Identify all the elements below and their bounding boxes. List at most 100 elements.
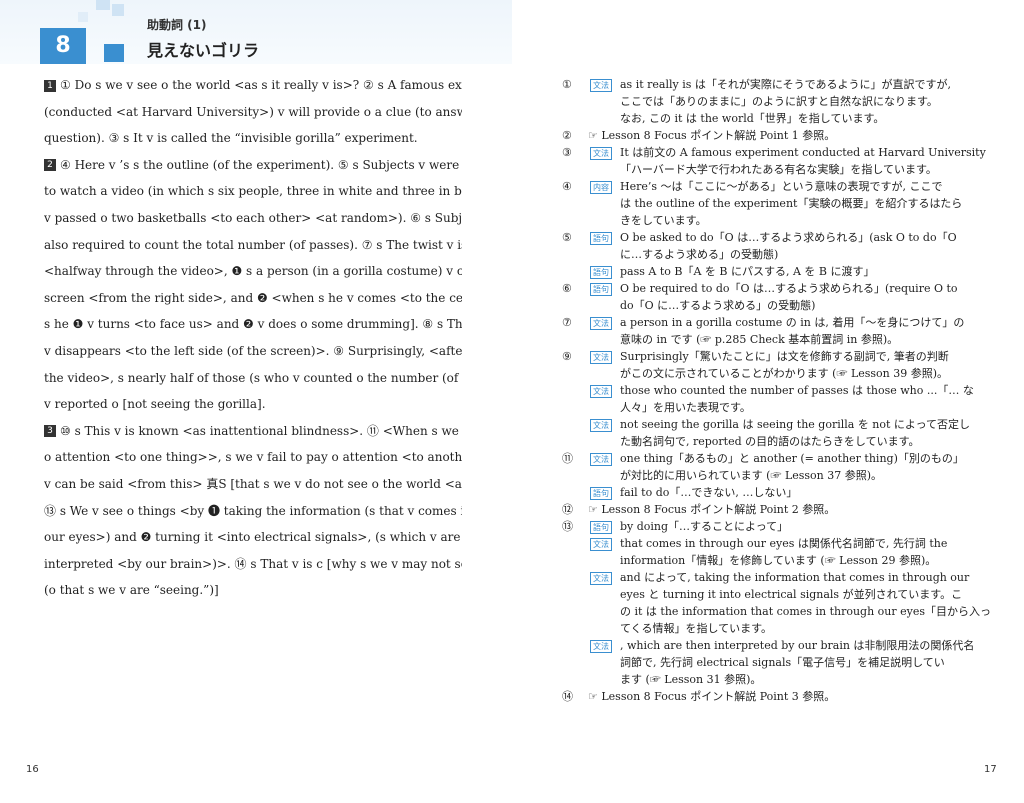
paragraph-marker: 2: [44, 159, 56, 172]
note-line: ⑨ 文法 Surprisingly「驚いたことに」は文を修飾する副詞で, 筆者の判断: [562, 348, 1002, 365]
note-text: do「O に…するよう求める」の受動態): [620, 299, 816, 312]
note-text: Surprisingly「驚いたことに」は文を修飾する副詞で, 筆者の判断: [620, 350, 949, 363]
passage-line: also required to count the total number …: [44, 232, 462, 259]
note-tag-label: 内容: [590, 181, 612, 194]
note-text: の it は the information that comes in thr…: [620, 605, 992, 618]
passage-line: (o that s we v are “seeing.”)]: [44, 577, 462, 604]
note-text: O be asked to do「O は…するよう求められる」(ask O to…: [620, 231, 957, 244]
lesson-subtitle: 助動詞 (1): [147, 18, 207, 32]
note-number: ⑤: [562, 231, 572, 244]
passage-line: s he ❶ v turns <to face us> and ❷ v does…: [44, 311, 462, 338]
note-text: and によって, taking the information that co…: [620, 571, 970, 584]
note-line: 意味の in です (☞ p.285 Check 基本前置詞 in 参照)。: [562, 331, 1002, 348]
note-number: ①: [562, 78, 572, 91]
passage-line-text: v can be said <from this> 真S [that s we …: [44, 476, 462, 491]
note-tag: 文法: [588, 348, 614, 365]
note-text: fail to do「…できない, …しない」: [620, 486, 798, 499]
explanation-notes: ① 文法 as it really is は「それが実際にそうであるように」が直訳で…: [562, 76, 1002, 705]
note-line: do「O に…するよう求める」の受動態): [562, 297, 1002, 314]
note-number: ⑭: [562, 690, 573, 703]
passage-line-text: o attention <to one thing>>, s we v fail…: [44, 450, 462, 465]
note-tag-label: 文法: [590, 79, 612, 92]
passage-line-text: ④ Here v ’s s the outline (of the experi…: [60, 157, 462, 172]
note-line: た動名詞句で, reported の目的語のはたらきをしています。: [562, 433, 1002, 450]
note-text: , which are then interpreted by our brai…: [620, 639, 975, 652]
note-tag: 文法: [588, 416, 614, 433]
note-line: 文法 that comes in through our eyes は関係代名詞節…: [562, 535, 1002, 552]
note-text: ☞ Lesson 8 Focus ポイント解説 Point 3 参照。: [588, 690, 836, 703]
decor-square: [104, 44, 124, 62]
paragraph-marker: 1: [44, 79, 56, 92]
note-text: が対比的に用いられています (☞ Lesson 37 参照)。: [620, 469, 883, 482]
left-page: 8 助動詞 (1) 見えないゴリラ 1 ① Do s we v see o the…: [0, 0, 512, 803]
passage-line: the video>, s nearly half of those (s wh…: [44, 365, 462, 392]
note-line: ③ 文法 It は前文の A famous experiment conducted…: [562, 144, 1002, 161]
note-text: It は前文の A famous experiment conducted at…: [620, 146, 986, 159]
note-text: は the outline of the experiment「実験の概要」を紹…: [620, 197, 963, 210]
passage-line: v passed o two basketballs <to each othe…: [44, 205, 462, 232]
note-tag-label: 文法: [590, 147, 612, 160]
passage-line: screen <from the right side>, and ❷ <whe…: [44, 285, 462, 312]
note-text: 人々」を用いた表現です。: [620, 401, 751, 414]
passage-line-text: also required to count the total number …: [44, 237, 462, 252]
note-tag-label: 文法: [590, 538, 612, 551]
note-tag: 語句: [588, 229, 614, 246]
passage-line-text: <halfway through the video>, ❶ s a perso…: [44, 264, 462, 279]
passage-line: (conducted <at Harvard University>) v wi…: [44, 99, 462, 126]
note-text: てくる情報」を指しています。: [620, 622, 773, 635]
note-text: eyes と turning it into electrical signal…: [620, 588, 963, 601]
note-tag: 文法: [588, 637, 614, 654]
note-line: きをしています。: [562, 212, 1002, 229]
note-tag: 文法: [588, 382, 614, 399]
passage-line: 1 ① Do s we v see o the world <as s it re…: [44, 72, 462, 99]
note-text: by doing「…することによって」: [620, 520, 789, 533]
passage-line-text: the video>, s nearly half of those (s wh…: [44, 370, 462, 385]
decor-square: [78, 12, 88, 22]
paragraph-marker: 3: [44, 425, 56, 438]
note-line: ⑭ ☞ Lesson 8 Focus ポイント解説 Point 3 参照。: [562, 688, 1002, 705]
note-text: ここでは「ありのままに」のように訳すと自然な訳になります。: [620, 95, 938, 108]
note-text: 詞節で, 先行詞 electrical signals「電子信号」を補足説明して…: [620, 656, 945, 669]
note-tag-label: 文法: [590, 453, 612, 466]
note-line: の it は the information that comes in thr…: [562, 603, 1002, 620]
passage-line-text: v reported o [not seeing the gorilla].: [44, 397, 266, 412]
note-number: ③: [562, 146, 572, 159]
right-page: ① 文法 as it really is は「それが実際にそうであるように」が直訳で…: [512, 0, 1024, 803]
note-number: ⑦: [562, 316, 572, 329]
passage-line: <halfway through the video>, ❶ s a perso…: [44, 258, 462, 285]
passage-text: 1 ① Do s we v see o the world <as s it re…: [44, 72, 462, 604]
passage-line-text: v passed o two basketballs <to each othe…: [44, 210, 462, 225]
passage-line: question). ③ s It v is called the “invis…: [44, 125, 462, 152]
note-text: ます (☞ Lesson 31 参照)。: [620, 673, 762, 686]
note-line: 人々」を用いた表現です。: [562, 399, 1002, 416]
note-text: きをしています。: [620, 214, 707, 227]
note-tag-label: 語句: [590, 487, 612, 500]
note-tag: 文法: [588, 76, 614, 93]
passage-line: our eyes>) and ❷ turning it <into electr…: [44, 524, 462, 551]
note-text: those who counted the number of passes は…: [620, 384, 974, 397]
passage-line-text: (o that s we v are “seeing.”)]: [44, 583, 219, 598]
passage-line-text: interpreted <by our brain>)>. ⑭ s That v…: [44, 556, 462, 571]
passage-line: interpreted <by our brain>)>. ⑭ s That v…: [44, 551, 462, 578]
note-line: ます (☞ Lesson 31 参照)。: [562, 671, 1002, 688]
note-line: ④ 内容 Here’s 〜は「ここに〜がある」という意味の表現ですが, ここで: [562, 178, 1002, 195]
passage-line: o attention <to one thing>>, s we v fail…: [44, 444, 462, 471]
note-number: ⑬: [562, 520, 573, 533]
note-line: が対比的に用いられています (☞ Lesson 37 参照)。: [562, 467, 1002, 484]
passage-line: 2 ④ Here v ’s s the outline (of the exper…: [44, 152, 462, 179]
note-number: ④: [562, 180, 572, 193]
decor-square: [96, 0, 110, 10]
note-tag: 文法: [588, 535, 614, 552]
note-text: に…するよう求める」の受動態): [620, 248, 779, 261]
passage-line: to watch a video (in which s six people,…: [44, 178, 462, 205]
note-line: ① 文法 as it really is は「それが実際にそうであるように」が直訳で…: [562, 76, 1002, 93]
note-tag: 文法: [588, 569, 614, 586]
passage-line-text: our eyes>) and ❷ turning it <into electr…: [44, 530, 462, 545]
note-text: that comes in through our eyes は関係代名詞節で,…: [620, 537, 948, 550]
note-text: information「情報」を修飾しています (☞ Lesson 29 参照)…: [620, 554, 937, 567]
note-line: てくる情報」を指しています。: [562, 620, 1002, 637]
note-line: 文法 not seeing the gorilla は seeing the go…: [562, 416, 1002, 433]
note-line: information「情報」を修飾しています (☞ Lesson 29 参照)…: [562, 552, 1002, 569]
note-tag: 内容: [588, 178, 614, 195]
note-text: た動名詞句で, reported の目的語のはたらきをしています。: [620, 435, 920, 448]
